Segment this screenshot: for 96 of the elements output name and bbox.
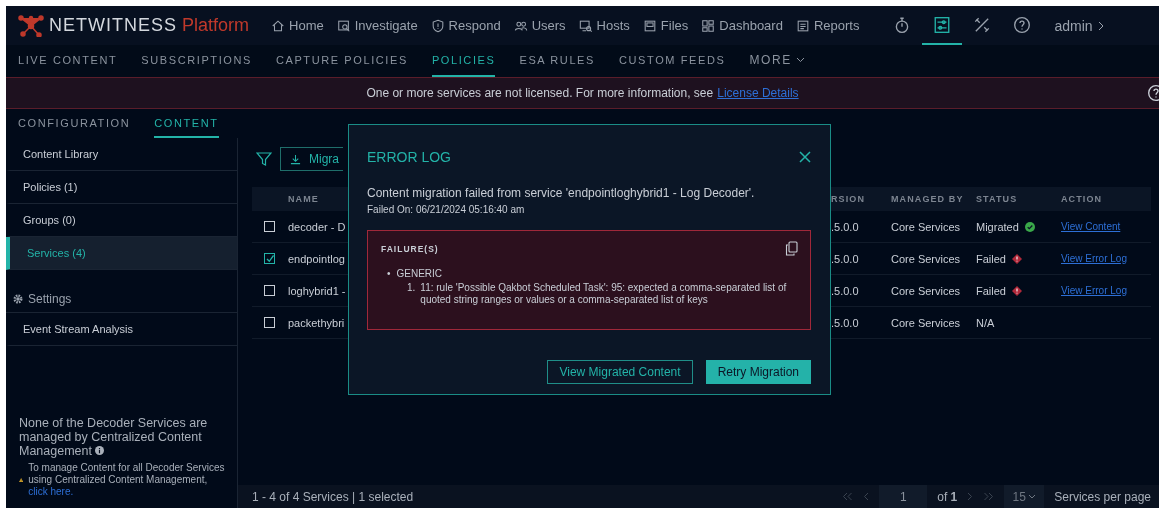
dashboard-icon [701,18,716,33]
column-header: ACTION [1060,194,1104,204]
nav-link[interactable]: Reports [795,18,860,33]
results-summary: 1 - 4 of 4 Services | 1 selected [252,489,414,504]
subnav-tab[interactable]: SUBSCRIPTIONS [141,45,252,77]
column-header: MANAGED BY [890,194,965,204]
sliders-icon [933,15,952,34]
failure-heading: FAILURE(S) [381,243,439,254]
filter-icon[interactable] [256,151,272,167]
row-checkbox[interactable] [264,253,275,264]
page-input[interactable]: 1 [879,485,928,508]
close-icon[interactable] [799,151,811,163]
table-cell-text: .5.0.0 [831,220,860,233]
table-cell-text: decoder - D [287,220,347,233]
page-size-label: Services per page [1054,489,1151,504]
warning-icon [19,476,24,484]
failed-on-text: Failed On: 06/21/2024 05:16:40 am [367,204,526,215]
view-content-button[interactable]: View Migrated Content [547,360,693,384]
column-header: RSION [831,194,866,204]
status-text: Failed [976,252,1006,265]
shield-icon [430,18,445,33]
product-name: Platform [182,15,250,36]
chevron-down-icon [1027,494,1036,499]
license-warning-text: One or more services are not licensed. For more information, see [366,86,714,100]
subnav-tab[interactable]: CUSTOM FEEDS [619,45,726,77]
row-checkbox[interactable] [264,285,275,296]
subnav-tab[interactable]: MORE [749,45,805,77]
tools-icon [973,15,992,34]
status-text: N/A [976,316,995,329]
content-tab[interactable]: CONFIGURATION [18,109,131,138]
brand-name: NETWITNESS [49,15,177,36]
status-text: Migrated [976,220,1019,233]
check-circle-icon [1024,221,1035,232]
report-icon [795,18,810,33]
nav-link[interactable]: Users [513,18,566,33]
table-cell-text: loghybrid1 - [287,284,347,297]
table-cell-text: Core Services [890,220,962,233]
failure-detail: 11: rule 'Possible Qakbot Scheduled Task': 95: expected a comma-separated list of quoted string ranges or values or a comma-separated list of keys [420,282,788,306]
copy-icon[interactable] [785,241,798,256]
sidebar-item[interactable]: Policies (1) [6,171,237,204]
column-header: STATUS [975,194,1019,204]
sidebar-item[interactable]: Content Library [6,138,237,171]
info-icon [95,446,105,455]
user-menu[interactable]: admin [1054,17,1105,34]
search-document-icon [336,18,351,33]
notice-text: To manage Content for all Decoder Services using Centralized Content Management, click here. [28,462,226,498]
retry-button[interactable]: Retry Migration [705,360,811,384]
network-logo-icon [18,14,44,37]
license-details-link[interactable]: License Details [717,86,799,100]
help-icon [1013,15,1032,34]
row-checkbox[interactable] [264,221,275,232]
action-link[interactable]: View Error Log [1061,285,1127,296]
table-cell-text: .5.0.0 [831,284,860,297]
error-message: Content migration failed from service 'endpointloghybrid1 - Log Decoder'. [367,186,756,200]
nav-link[interactable]: Hosts [578,18,630,33]
table-cell-text: .5.0.0 [831,316,860,329]
nav-link[interactable]: Files [642,18,689,33]
monitor-icon [578,18,593,33]
nav-link[interactable]: Investigate [336,18,418,33]
content-tab[interactable]: CONTENT [154,109,219,138]
page-total: of 1 [937,489,958,504]
table-cell-text: endpointlog [287,252,346,265]
sidebar-item[interactable]: Services (4) [6,237,237,270]
column-header: NAME [287,194,320,204]
status-text: Failed [976,284,1006,297]
sidebar-item[interactable]: Event Stream Analysis [6,313,237,346]
table-cell-text: packethybri [287,316,346,329]
list-number: 1. [407,282,416,295]
table-cell-text: Core Services [890,252,962,265]
home-icon [271,18,286,33]
error-diamond-icon [1011,285,1022,296]
chevron-right-icon [1096,19,1105,32]
page-size-dropdown[interactable]: 15 [1004,485,1045,508]
action-link[interactable]: View Error Log [1061,253,1127,264]
gear-icon [13,294,23,304]
table-cell-text: Core Services [890,316,962,329]
notice-title: None of the Decoder Services are managed by Centralized Content Management [19,416,209,458]
settings-heading: Settings [28,292,72,306]
dialog-title: ERROR LOG [367,149,451,165]
migrate-button[interactable]: Migra [280,147,343,171]
failure-category: GENERIC [396,268,443,280]
subnav-tab[interactable]: ESA RULES [519,45,595,77]
nav-link[interactable]: Dashboard [701,18,783,33]
file-icon [642,18,657,33]
bullet-marker: • [387,268,391,280]
nav-link[interactable]: Respond [430,18,501,33]
table-cell-text: .5.0.0 [831,252,860,265]
error-diamond-icon [1011,253,1022,264]
nav-link[interactable]: Home [271,18,324,33]
subnav-tab[interactable]: CAPTURE POLICIES [275,45,408,77]
click-here-link[interactable]: click here. [28,486,74,497]
subnav-tab[interactable]: LIVE CONTENT [18,45,118,77]
action-link[interactable]: View Content [1061,221,1121,232]
table-cell-text: Core Services [890,284,962,297]
download-icon [290,153,301,165]
row-checkbox[interactable] [264,317,275,328]
